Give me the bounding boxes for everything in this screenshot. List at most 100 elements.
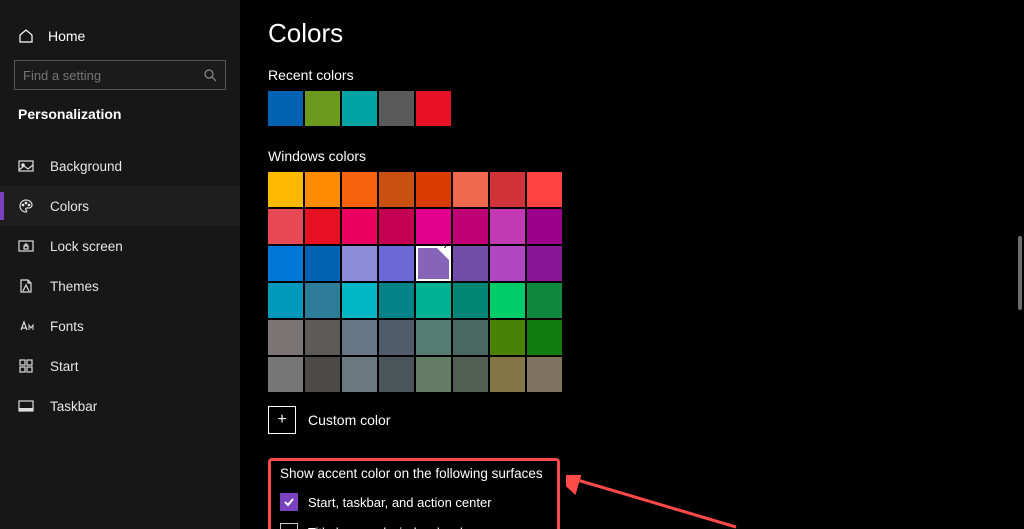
windows-color-swatch[interactable]: [342, 246, 377, 281]
windows-color-swatch[interactable]: [453, 209, 488, 244]
accent-option-label: Start, taskbar, and action center: [308, 495, 492, 510]
windows-color-swatch[interactable]: [453, 357, 488, 392]
windows-color-swatch[interactable]: [342, 283, 377, 318]
windows-color-swatch[interactable]: [268, 209, 303, 244]
windows-color-swatch[interactable]: ✓: [416, 246, 451, 281]
recent-color-swatch[interactable]: [268, 91, 303, 126]
accent-surfaces-heading: Show accent color on the following surfa…: [280, 466, 548, 481]
windows-color-swatch[interactable]: [342, 172, 377, 207]
sidebar-item-fonts[interactable]: Fonts: [0, 306, 240, 346]
windows-color-swatch[interactable]: [490, 172, 525, 207]
windows-color-swatch[interactable]: [527, 320, 562, 355]
windows-color-swatch[interactable]: [268, 246, 303, 281]
windows-color-swatch[interactable]: [490, 320, 525, 355]
windows-color-swatch[interactable]: [416, 283, 451, 318]
checkmark-icon: ✓: [440, 245, 450, 255]
accent-option-label: Title bars and window borders: [308, 525, 481, 529]
windows-color-swatch[interactable]: [342, 357, 377, 392]
sidebar-item-label: Taskbar: [50, 399, 97, 414]
search-input[interactable]: [23, 68, 203, 83]
windows-color-swatch[interactable]: [268, 357, 303, 392]
sidebar-item-label: Background: [50, 159, 122, 174]
windows-color-swatch[interactable]: [416, 320, 451, 355]
sidebar-section-title: Personalization: [0, 104, 240, 136]
windows-color-swatch[interactable]: [268, 172, 303, 207]
windows-color-swatch[interactable]: [268, 320, 303, 355]
windows-color-swatch[interactable]: [379, 172, 414, 207]
sidebar-item-label: Themes: [50, 279, 99, 294]
sidebar-item-label: Lock screen: [50, 239, 123, 254]
windows-color-swatch[interactable]: [305, 209, 340, 244]
windows-color-swatch[interactable]: [305, 246, 340, 281]
search-box[interactable]: [14, 60, 226, 90]
page-title: Colors: [268, 18, 996, 49]
windows-color-swatch[interactable]: [527, 357, 562, 392]
windows-color-swatch[interactable]: [342, 320, 377, 355]
recent-color-swatch[interactable]: [342, 91, 377, 126]
windows-color-swatch[interactable]: [379, 320, 414, 355]
accent-option-1[interactable]: Title bars and window borders: [280, 523, 548, 529]
recent-colors-row: [268, 91, 996, 126]
themes-icon: [18, 278, 34, 294]
start-icon: [18, 358, 34, 374]
sidebar-nav: Background Colors Lock screen Themes Fonts St…: [0, 136, 240, 426]
sidebar-item-background[interactable]: Background: [0, 146, 240, 186]
windows-color-swatch[interactable]: [453, 246, 488, 281]
main-content: Colors Recent colors Windows colors ✓ + …: [240, 0, 1024, 529]
accent-surfaces-section: Show accent color on the following surfa…: [268, 458, 560, 529]
fonts-icon: [18, 318, 34, 334]
windows-color-swatch[interactable]: [305, 357, 340, 392]
home-icon: [18, 28, 34, 44]
windows-color-swatch[interactable]: [527, 209, 562, 244]
recent-color-swatch[interactable]: [379, 91, 414, 126]
plus-icon: +: [277, 411, 286, 429]
annotation-arrow: [566, 475, 746, 529]
sidebar-item-label: Start: [50, 359, 79, 374]
sidebar-item-start[interactable]: Start: [0, 346, 240, 386]
sidebar-item-colors[interactable]: Colors: [0, 186, 240, 226]
windows-color-swatch[interactable]: [379, 209, 414, 244]
home-link[interactable]: Home: [0, 20, 240, 60]
home-label: Home: [48, 28, 85, 44]
windows-color-swatch[interactable]: [416, 209, 451, 244]
windows-color-swatch[interactable]: [342, 209, 377, 244]
recent-color-swatch[interactable]: [305, 91, 340, 126]
windows-color-swatch[interactable]: [453, 283, 488, 318]
windows-color-swatch[interactable]: [527, 172, 562, 207]
scrollbar-thumb[interactable]: [1018, 236, 1022, 310]
windows-colors-heading: Windows colors: [268, 148, 996, 164]
sidebar-item-themes[interactable]: Themes: [0, 266, 240, 306]
windows-color-swatch[interactable]: [416, 357, 451, 392]
custom-color-button[interactable]: +: [268, 406, 296, 434]
windows-color-swatch[interactable]: [305, 320, 340, 355]
windows-color-swatch[interactable]: [453, 172, 488, 207]
settings-sidebar: Home Personalization Background Colors Loc…: [0, 0, 240, 529]
sidebar-item-lock-screen[interactable]: Lock screen: [0, 226, 240, 266]
windows-color-swatch[interactable]: [453, 320, 488, 355]
windows-color-swatch[interactable]: [490, 209, 525, 244]
windows-color-swatch[interactable]: [490, 357, 525, 392]
windows-color-swatch[interactable]: [490, 283, 525, 318]
windows-color-swatch[interactable]: [268, 283, 303, 318]
checkbox[interactable]: [280, 493, 298, 511]
windows-color-swatch[interactable]: [416, 172, 451, 207]
windows-color-swatch[interactable]: [527, 246, 562, 281]
windows-color-swatch[interactable]: [490, 246, 525, 281]
windows-color-swatch[interactable]: [527, 283, 562, 318]
lockscreen-icon: [18, 238, 34, 254]
windows-color-swatch[interactable]: [305, 172, 340, 207]
search-icon: [203, 68, 217, 82]
recent-color-swatch[interactable]: [416, 91, 451, 126]
windows-color-swatch[interactable]: [305, 283, 340, 318]
accent-option-0[interactable]: Start, taskbar, and action center: [280, 493, 548, 511]
windows-color-swatch[interactable]: [379, 357, 414, 392]
sidebar-item-label: Fonts: [50, 319, 84, 334]
checkbox[interactable]: [280, 523, 298, 529]
custom-color-label: Custom color: [308, 412, 390, 428]
sidebar-item-taskbar[interactable]: Taskbar: [0, 386, 240, 426]
palette-icon: [18, 198, 34, 214]
windows-color-swatch[interactable]: [379, 283, 414, 318]
sidebar-item-label: Colors: [50, 199, 89, 214]
windows-color-swatch[interactable]: [379, 246, 414, 281]
recent-colors-heading: Recent colors: [268, 67, 996, 83]
